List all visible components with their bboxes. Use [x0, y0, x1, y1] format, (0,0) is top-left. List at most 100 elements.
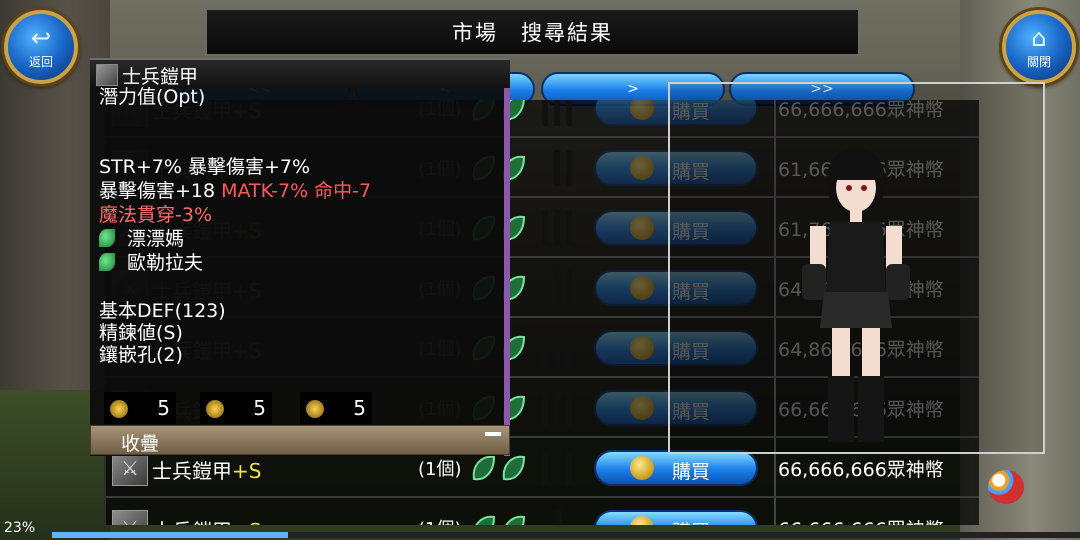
stat-line-3-negative: 魔法貫穿-3%: [99, 204, 212, 226]
gem-icon: [110, 400, 128, 418]
tooltip-item-name: 士兵鎧甲: [122, 66, 199, 88]
crystal-name-1: 漂漂媽: [127, 228, 185, 250]
gem-icon: [206, 400, 224, 418]
slot-bars: [542, 510, 582, 525]
gem-slot-3: 5: [300, 392, 372, 424]
item-price: 66,666,666眾神幣: [778, 515, 944, 525]
slot-bar: [566, 330, 572, 366]
slot-bar: [554, 270, 560, 306]
close-button[interactable]: ⌂ 關閉: [1002, 10, 1076, 84]
progress-fill: [52, 532, 289, 538]
crystal-slot-icon: [505, 515, 526, 525]
coin-icon: [630, 336, 654, 360]
back-button-label: 返回: [28, 54, 53, 69]
stat-line-1: STR+7% 暴擊傷害+7%: [99, 156, 311, 178]
refine-grade: +S: [232, 459, 262, 483]
tooltip-header: 士兵鎧甲: [90, 58, 510, 88]
stat-line-2: 暴擊傷害+18 MATK-7% 命中-7: [99, 180, 371, 202]
item-name-text: 士兵鎧甲: [152, 459, 232, 483]
stat-line-2-negative: MATK-7% 命中-7: [221, 180, 372, 202]
coin-icon: [630, 276, 654, 300]
armor-icon: ⚔: [112, 510, 148, 525]
item-name-text: 士兵鎧甲: [152, 519, 232, 525]
column-divider: [774, 498, 776, 525]
progress-percent: 23%: [4, 520, 36, 536]
coin-icon: [630, 100, 654, 120]
slot-bar: [566, 210, 572, 246]
item-quantity: (1個): [418, 515, 462, 525]
crystal-icon: [99, 229, 115, 247]
slot-bars: [542, 390, 582, 426]
slot-bar: [566, 100, 572, 126]
refine-grade: +S: [232, 519, 261, 525]
coin-icon: [630, 456, 654, 480]
next-page-label: >: [627, 81, 639, 97]
slot-bar: [554, 390, 560, 426]
coin-icon: [630, 156, 654, 180]
character-preview: [668, 82, 1045, 454]
crystal-slot-icon: [475, 515, 496, 525]
buy-button-label: 購買: [672, 517, 710, 525]
back-arrow-icon: ↩: [30, 23, 52, 52]
gem-slot-2: 5: [200, 392, 272, 424]
buy-button-label: 購買: [672, 461, 711, 483]
minus-icon: [485, 432, 501, 436]
title-bar: 市場 搜尋結果: [205, 8, 860, 56]
collapse-label: 收疊: [121, 433, 160, 455]
slot-bar: [554, 150, 560, 186]
gem-count-3: 5: [353, 396, 366, 420]
home-icon: ⌂: [1031, 23, 1047, 52]
slot-bars: [542, 100, 582, 126]
stat-line-2-positive: 暴擊傷害+18: [99, 180, 222, 202]
character-figure: [802, 148, 910, 442]
item-quantity: (1個): [418, 459, 462, 480]
slot-bar: [566, 150, 572, 186]
base-def-line: 基本DEF(123): [99, 300, 226, 322]
slot-bar: [542, 100, 548, 126]
slot-bar: [556, 510, 562, 525]
crystal-name-2: 歐勒拉夫: [127, 252, 204, 274]
slot-bars: [542, 210, 582, 246]
crystal-slot-icon: [502, 455, 526, 481]
crystal-line-1: 漂漂媽: [99, 228, 184, 250]
table-row: ⚔ 士兵鎧甲+S (1個) 購買 66,666,666眾神幣: [106, 498, 979, 525]
slot-bar: [542, 450, 548, 486]
slot-bars: [542, 150, 582, 186]
slots-line: 鑲嵌孔(2): [99, 344, 183, 366]
stat-line-3: 魔法貫穿-3%: [99, 204, 212, 226]
crystal-slot-icon: [472, 455, 496, 481]
gem-count-2: 5: [253, 396, 266, 420]
collapse-bar[interactable]: 收疊: [90, 425, 510, 455]
buy-button[interactable]: 購買: [594, 510, 758, 525]
crystal-line-2: 歐勒拉夫: [99, 252, 203, 274]
slot-bar: [566, 270, 572, 306]
palette-icon[interactable]: [988, 470, 1024, 504]
slot-bars: [542, 270, 582, 306]
armor-icon: [96, 64, 118, 86]
coin-icon: [630, 516, 654, 525]
slot-bar: [554, 100, 560, 126]
slot-bar: [566, 390, 572, 426]
slot-bar: [542, 330, 548, 366]
coin-icon: [630, 396, 654, 420]
potential-line: 潛力值(Opt): [99, 86, 206, 108]
item-name: 士兵鎧甲+S: [152, 515, 261, 525]
slot-bar: [542, 390, 548, 426]
slot-bar: [542, 210, 548, 246]
back-button[interactable]: ↩ 返回: [4, 10, 78, 84]
item-name: 士兵鎧甲+S: [152, 455, 261, 484]
gem-slot-1: 5: [104, 392, 176, 424]
slot-bar: [554, 210, 560, 246]
coin-icon: [630, 216, 654, 240]
item-price: 66,666,666眾神幣: [778, 459, 944, 481]
gem-icon: [306, 400, 324, 418]
close-button-label: 關閉: [1026, 54, 1051, 69]
crystal-icon: [99, 253, 115, 271]
gem-count-1: 5: [157, 396, 170, 420]
slot-bar: [554, 330, 560, 366]
progress-bar: [52, 532, 1080, 538]
page-title: 市場 搜尋結果: [452, 21, 613, 45]
slot-bars: [542, 330, 582, 366]
refine-line: 精鍊値(S): [99, 322, 183, 344]
slot-bar: [566, 450, 572, 486]
